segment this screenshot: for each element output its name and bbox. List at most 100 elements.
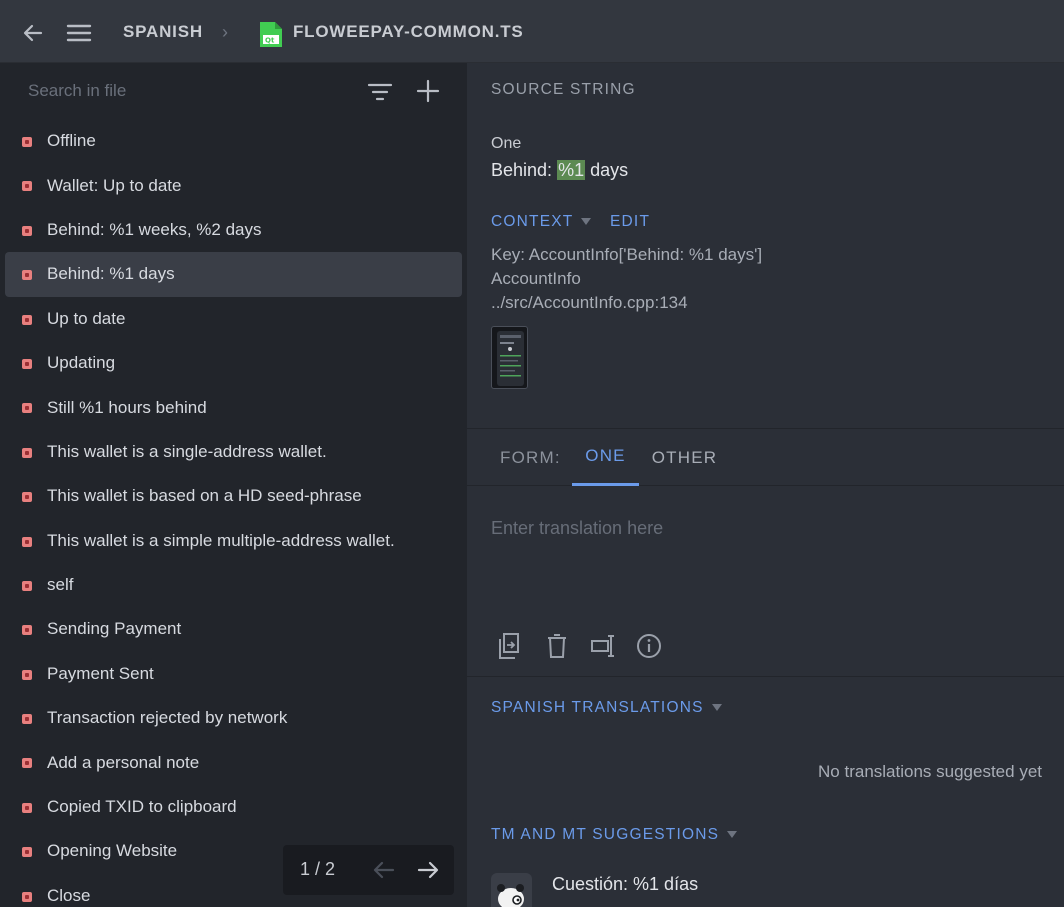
string-list-item[interactable]: Payment Sent xyxy=(0,652,467,696)
string-list-item[interactable]: Behind: %1 weeks, %2 days xyxy=(0,208,467,252)
string-list-item[interactable]: Up to date xyxy=(0,297,467,341)
source-string-label: SOURCE STRING xyxy=(491,81,636,98)
copy-source-icon[interactable] xyxy=(497,631,525,661)
context-location: ../src/AccountInfo.cpp:134 xyxy=(491,293,688,312)
string-list-sidebar: Offline Wallet: Up to date Behind: %1 week… xyxy=(0,63,467,907)
delete-icon[interactable] xyxy=(543,631,571,661)
info-icon[interactable] xyxy=(635,631,663,661)
breadcrumb-project[interactable]: SPANISH xyxy=(123,22,203,42)
string-list-item-label: Behind: %1 days xyxy=(47,264,175,284)
source-string: Behind: %1 days xyxy=(491,160,628,181)
tm-suggestions-toggle[interactable]: TM AND MT SUGGESTIONS xyxy=(491,826,738,844)
untranslated-status-icon xyxy=(22,358,32,369)
string-list-item[interactable]: Updating xyxy=(0,341,467,385)
string-list-item[interactable]: Sending Payment xyxy=(0,607,467,651)
add-icon[interactable] xyxy=(414,77,442,105)
tab-one[interactable]: ONE xyxy=(572,429,639,486)
breadcrumb-file: FLOWEEPAY-COMMON.TS xyxy=(293,22,524,41)
no-translations-message: No translations suggested yet xyxy=(818,762,1042,781)
string-list-item[interactable]: This wallet is a simple multiple-address… xyxy=(0,519,467,563)
translation-input[interactable] xyxy=(491,518,1041,608)
untranslated-status-icon xyxy=(22,847,32,858)
context-class: AccountInfo xyxy=(491,269,581,288)
string-list-item-label: Add a personal note xyxy=(47,752,200,772)
untranslated-status-icon xyxy=(22,492,32,503)
screenshot-thumbnail[interactable] xyxy=(491,326,528,389)
string-list-item[interactable]: Offline xyxy=(0,119,467,163)
string-list-item[interactable]: Behind: %1 days xyxy=(5,252,462,297)
pager: 1 / 2 xyxy=(283,845,454,895)
untranslated-status-icon xyxy=(22,181,32,192)
string-list-item-label: Close xyxy=(47,885,91,905)
string-list-item[interactable]: This wallet is based on a HD seed-phrase xyxy=(0,474,467,518)
string-list-item-label: This wallet is based on a HD seed-phrase xyxy=(47,486,362,506)
untranslated-status-icon xyxy=(22,758,32,769)
context-toggle[interactable]: CONTEXT xyxy=(491,213,592,231)
untranslated-status-icon xyxy=(22,447,32,458)
untranslated-status-icon xyxy=(22,314,32,325)
context-label: CONTEXT xyxy=(491,213,574,230)
string-list-item[interactable]: Still %1 hours behind xyxy=(0,385,467,429)
untranslated-status-icon xyxy=(22,270,32,281)
suggestion-text[interactable]: Cuestión: %1 días xyxy=(552,874,698,895)
string-list-item-label: Updating xyxy=(47,353,116,373)
arrow-left-icon[interactable] xyxy=(20,20,46,46)
source-text-prefix: Behind: xyxy=(491,160,558,180)
spanish-translations-toggle[interactable]: SPANISH TRANSLATIONS xyxy=(491,699,722,717)
string-list-item-label: Sending Payment xyxy=(47,619,182,639)
editor-panel: SOURCE STRING One Behind: %1 days CONTEX… xyxy=(467,63,1064,907)
string-list-item-label: Opening Website xyxy=(47,841,178,861)
caret-down-icon xyxy=(581,218,592,226)
panda-avatar-icon xyxy=(491,873,532,907)
string-list-item-label: This wallet is a simple multiple-address… xyxy=(47,530,395,550)
untranslated-status-icon xyxy=(22,714,32,725)
string-list-item-label: This wallet is a single-address wallet. xyxy=(47,441,327,461)
string-list-item-label: Payment Sent xyxy=(47,663,154,683)
string-list: Offline Wallet: Up to date Behind: %1 week… xyxy=(0,119,467,907)
rtl-icon[interactable] xyxy=(589,631,617,661)
tm-suggestions-label: TM AND MT SUGGESTIONS xyxy=(491,826,720,843)
untranslated-status-icon xyxy=(22,403,32,414)
string-list-item[interactable]: Transaction rejected by network xyxy=(0,696,467,740)
spanish-translations-label: SPANISH TRANSLATIONS xyxy=(491,699,704,716)
page-indicator: 1 / 2 xyxy=(300,859,336,879)
string-list-item-label: Wallet: Up to date xyxy=(47,175,182,195)
untranslated-status-icon xyxy=(22,536,32,547)
caret-down-icon xyxy=(727,831,738,839)
string-list-item[interactable]: Add a personal note xyxy=(0,740,467,784)
string-list-item-label: Copied TXID to clipboard xyxy=(47,797,237,817)
form-label: FORM: xyxy=(500,448,561,467)
string-list-item[interactable]: Wallet: Up to date xyxy=(0,163,467,207)
qt-file-icon: Qt xyxy=(260,22,282,47)
untranslated-status-icon xyxy=(22,802,32,813)
untranslated-status-icon xyxy=(22,625,32,636)
placeholder-highlight: %1 xyxy=(557,160,586,180)
string-list-item[interactable]: This wallet is a single-address wallet. xyxy=(0,430,467,474)
next-page-icon[interactable] xyxy=(415,857,441,883)
divider xyxy=(467,676,1064,677)
untranslated-status-icon xyxy=(22,891,32,902)
search-input[interactable] xyxy=(18,75,348,107)
filter-icon[interactable] xyxy=(366,79,394,105)
previous-page-icon[interactable] xyxy=(371,857,397,883)
untranslated-status-icon xyxy=(22,137,32,147)
string-list-item-label: Up to date xyxy=(47,308,126,328)
source-text-suffix: days xyxy=(585,160,629,180)
edit-context-button[interactable]: EDIT xyxy=(610,213,650,231)
string-list-item[interactable]: Copied TXID to clipboard xyxy=(0,785,467,829)
svg-text:Qt: Qt xyxy=(265,37,275,45)
string-list-item[interactable]: self xyxy=(0,563,467,607)
string-list-item-label: Behind: %1 weeks, %2 days xyxy=(47,219,262,239)
caret-down-icon xyxy=(711,704,722,712)
string-list-item-label: Still %1 hours behind xyxy=(47,397,207,417)
string-list-item-label: self xyxy=(47,575,74,595)
untranslated-status-icon xyxy=(22,669,32,680)
chevron-right-icon: › xyxy=(222,22,228,42)
string-list-item-label: Offline xyxy=(47,131,96,151)
plural-form-label: One xyxy=(491,135,522,152)
tab-other[interactable]: OTHER xyxy=(647,429,722,486)
top-bar: SPANISH › Qt FLOWEEPAY-COMMON.TS xyxy=(0,0,1064,63)
search-row xyxy=(0,63,467,119)
plural-form-tabs: FORM: ONE OTHER xyxy=(467,428,1064,486)
hamburger-icon[interactable] xyxy=(66,20,92,46)
